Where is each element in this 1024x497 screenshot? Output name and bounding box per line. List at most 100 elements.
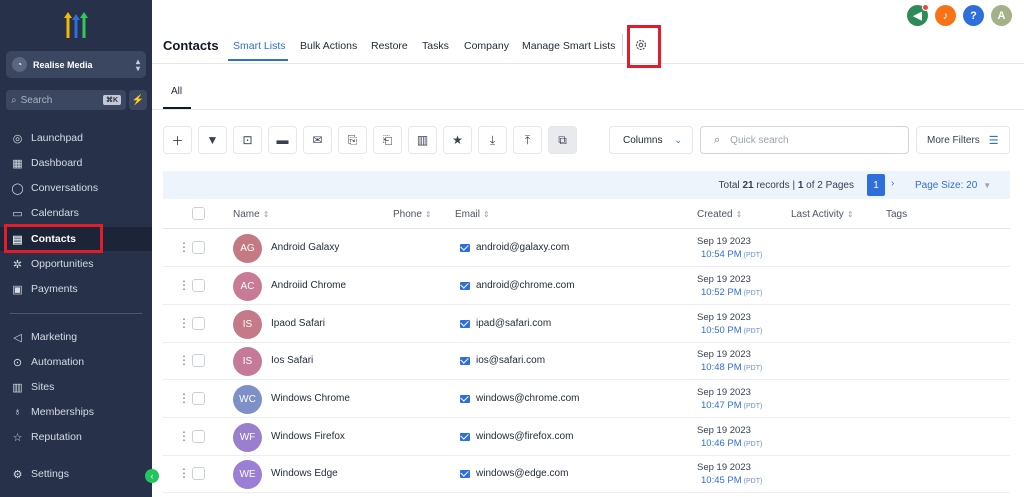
row-checkbox[interactable] xyxy=(192,241,205,254)
created-date: Sep 19 2023 xyxy=(697,462,751,473)
created-time: 10:45 PM (PDT) xyxy=(701,475,762,486)
sidebar-item-payments[interactable]: ▣ Payments xyxy=(0,277,152,301)
sidebar-item-marketing[interactable]: ◁ Marketing xyxy=(0,325,152,349)
column-header-name[interactable]: Name ⇕ xyxy=(233,209,269,220)
contact-email[interactable]: windows@firefox.com xyxy=(460,431,573,442)
delete-button[interactable]: ▥ xyxy=(408,126,437,154)
column-header-last-activity[interactable]: Last Activity ⇕ xyxy=(791,209,854,220)
chat-icon: ◯ xyxy=(11,182,24,195)
contact-name[interactable]: Windows Edge xyxy=(271,468,338,479)
user-avatar[interactable]: A xyxy=(991,5,1012,26)
contact-name[interactable]: Ipaod Safari xyxy=(271,318,325,329)
sidebar-item-sites[interactable]: ▥ Sites xyxy=(0,375,152,399)
column-header-phone[interactable]: Phone ⇕ xyxy=(393,209,432,220)
table-row[interactable]: ⋮ WE Windows Edge windows@edge.com Sep 1… xyxy=(163,455,1010,493)
sidebar-item-label: Opportunities xyxy=(31,258,94,270)
contact-name[interactable]: Android Galaxy xyxy=(271,242,339,253)
trash-icon: ▥ xyxy=(416,133,429,147)
add-contact-button[interactable]: ＋ xyxy=(163,126,192,154)
row-checkbox[interactable] xyxy=(192,430,205,443)
table-row[interactable]: ⋮ WC Windows Chrome windows@chrome.com S… xyxy=(163,380,1010,418)
sidebar-item-label: Calendars xyxy=(31,207,79,219)
header-label: Phone xyxy=(393,209,422,220)
page-size-select[interactable]: Page Size: 20 ▼ xyxy=(915,180,991,191)
more-filters-button[interactable]: More Filters ☰ xyxy=(916,126,1010,154)
review-request-button[interactable]: ★ xyxy=(443,126,472,154)
send-email-button[interactable]: ✉ xyxy=(303,126,332,154)
row-menu-icon[interactable]: ⋮ xyxy=(178,430,190,442)
tab-company[interactable]: Company xyxy=(464,40,509,52)
contact-name[interactable]: Windows Chrome xyxy=(271,393,350,404)
tab-manage-smart-lists[interactable]: Manage Smart Lists xyxy=(522,40,615,52)
timezone-text: (PDT) xyxy=(743,403,763,410)
contact-email[interactable]: android@galaxy.com xyxy=(460,242,569,253)
contact-email[interactable]: ipad@safari.com xyxy=(460,318,551,329)
columns-dropdown[interactable]: Columns ⌄ xyxy=(609,126,693,154)
row-menu-icon[interactable]: ⋮ xyxy=(178,317,190,329)
help-icon[interactable]: ? xyxy=(963,5,984,26)
contact-email[interactable]: android@chrome.com xyxy=(460,280,575,291)
table-row[interactable]: ⋮ WF Windows Firefox windows@firefox.com… xyxy=(163,418,1010,456)
row-checkbox[interactable] xyxy=(192,392,205,405)
row-checkbox[interactable] xyxy=(192,279,205,292)
row-checkbox[interactable] xyxy=(192,317,205,330)
tab-tasks[interactable]: Tasks xyxy=(422,40,449,52)
row-menu-icon[interactable]: ⋮ xyxy=(178,354,190,366)
contact-name[interactable]: Windows Firefox xyxy=(271,431,345,442)
row-checkbox[interactable] xyxy=(192,467,205,480)
row-menu-icon[interactable]: ⋮ xyxy=(178,392,190,404)
next-page-chevron-icon[interactable]: › xyxy=(891,178,894,189)
sidebar-item-dashboard[interactable]: ▦ Dashboard xyxy=(0,151,152,175)
tab-smart-lists[interactable]: Smart Lists xyxy=(233,40,286,52)
sidebar-item-conversations[interactable]: ◯ Conversations xyxy=(0,176,152,200)
page-1-button[interactable]: 1 xyxy=(867,174,885,196)
contact-name[interactable]: Ios Safari xyxy=(271,355,313,366)
row-menu-icon[interactable]: ⋮ xyxy=(178,241,190,253)
export-button[interactable]: ⤓ xyxy=(478,126,507,154)
send-sms-button[interactable]: ▬ xyxy=(268,126,297,154)
total-count: 21 xyxy=(742,180,754,191)
row-menu-icon[interactable]: ⋮ xyxy=(178,467,190,479)
tab-bulk-actions[interactable]: Bulk Actions xyxy=(300,40,357,52)
contact-name[interactable]: Androiid Chrome xyxy=(271,280,346,291)
column-header-created[interactable]: Created ⇕ xyxy=(697,209,742,220)
bell-icon[interactable]: ♪ xyxy=(935,5,956,26)
workflow-bot-button[interactable]: ⊡ xyxy=(233,126,262,154)
table-row[interactable]: ⋮ IS Ios Safari ios@safari.com Sep 19 20… xyxy=(163,342,1010,380)
sidebar-item-calendars[interactable]: ▭ Calendars xyxy=(0,201,152,225)
table-row[interactable]: ⋮ AG Android Galaxy android@galaxy.com S… xyxy=(163,229,1010,267)
contact-email[interactable]: windows@chrome.com xyxy=(460,393,580,404)
quick-search-input[interactable]: ⌕ Quick search xyxy=(700,126,909,154)
column-header-email[interactable]: Email ⇕ xyxy=(455,209,490,220)
sidebar-item-launchpad[interactable]: ◎ Launchpad xyxy=(0,126,152,150)
sidebar-item-reputation[interactable]: ☆ Reputation xyxy=(0,425,152,449)
sidebar-item-memberships[interactable]: ♁ Memberships xyxy=(0,400,152,424)
tag-remove-icon: ⎗ xyxy=(382,132,393,147)
row-menu-icon[interactable]: ⋮ xyxy=(178,279,190,291)
sidebar-collapse-icon[interactable]: ‹ xyxy=(145,469,159,483)
add-tag-button[interactable]: ⎘ xyxy=(338,126,367,154)
search-placeholder: Search xyxy=(20,94,53,106)
contact-email[interactable]: windows@edge.com xyxy=(460,468,568,479)
quick-action-bolt-icon[interactable]: ⚡ xyxy=(129,90,147,110)
remove-tag-button[interactable]: ⎗ xyxy=(373,126,402,154)
table-row[interactable]: ⋮ AC Androiid Chrome android@chrome.com … xyxy=(163,267,1010,305)
sidebar-item-opportunities[interactable]: ✲ Opportunities xyxy=(0,252,152,276)
table-row[interactable]: ⋮ IS Ipaod Safari ipad@safari.com Sep 19… xyxy=(163,305,1010,343)
tab-all[interactable]: All xyxy=(171,86,182,97)
select-all-checkbox[interactable] xyxy=(192,207,205,220)
account-switcher[interactable]: ◔ Realise Media ▴ ▾ xyxy=(6,51,146,78)
app-logo-icon[interactable] xyxy=(60,12,92,38)
merge-button[interactable]: ⧉ xyxy=(548,126,577,154)
avatar: WE xyxy=(233,460,262,489)
filter-button[interactable]: ▼ xyxy=(198,126,227,154)
row-checkbox[interactable] xyxy=(192,354,205,367)
announcement-megaphone-icon[interactable]: ◀ xyxy=(907,4,929,26)
sites-icon: ▥ xyxy=(12,381,23,394)
sidebar-search[interactable]: ⌕ Search ⌘K xyxy=(6,90,126,110)
sidebar-item-automation[interactable]: ⊙ Automation xyxy=(0,350,152,374)
contact-email[interactable]: ios@safari.com xyxy=(460,355,545,366)
import-button[interactable]: ⤒ xyxy=(513,126,542,154)
tab-restore[interactable]: Restore xyxy=(371,40,408,52)
sidebar-item-settings[interactable]: ⚙ Settings xyxy=(0,462,152,486)
